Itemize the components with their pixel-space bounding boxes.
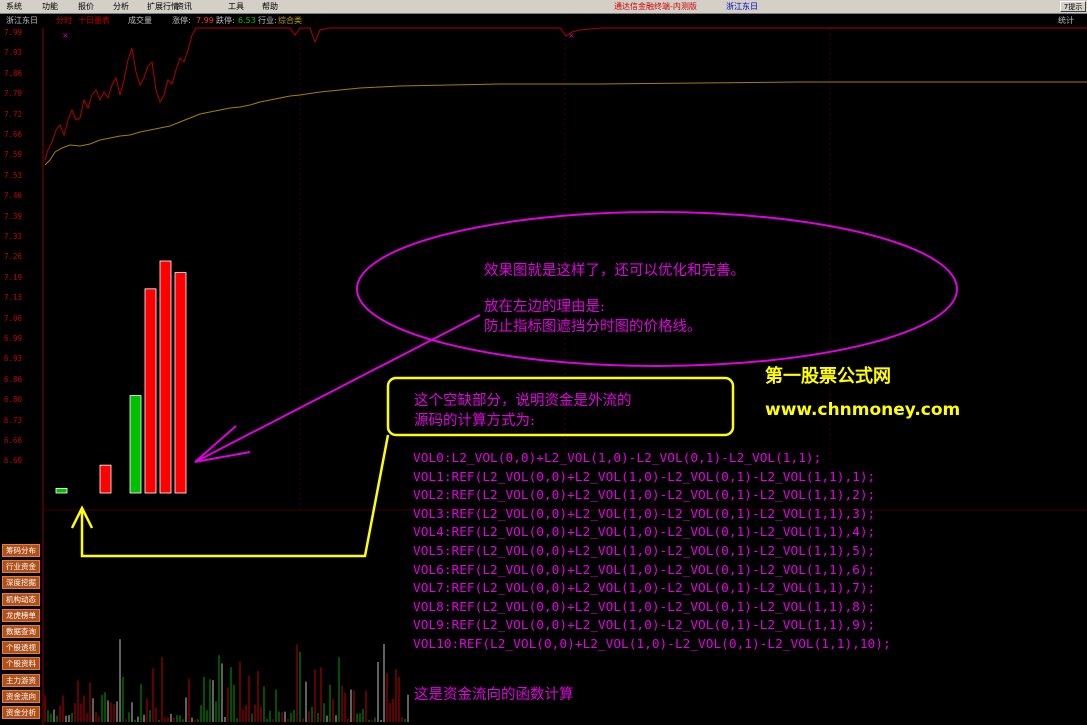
chart-canvas: × × xyxy=(42,27,1087,725)
price-line xyxy=(44,27,1087,161)
formula-code-line: VOL4:REF(L2_VOL(0,0)+L2_VOL(1,0)-L2_VOL(… xyxy=(413,525,876,541)
indicator-bar xyxy=(129,395,142,494)
formula-code-line: VOL5:REF(L2_VOL(0,0)+L2_VOL(1,0)-L2_VOL(… xyxy=(413,544,876,559)
formula-code-line: VOL2:REF(L2_VOL(0,0)+L2_VOL(1,0)-L2_VOL(… xyxy=(413,488,876,504)
marker-cross: × xyxy=(568,31,575,40)
callout-connector xyxy=(80,434,390,558)
average-price-line xyxy=(44,81,1087,166)
indicator-bar xyxy=(99,464,112,494)
formula-code-line: VOL9:REF(L2_VOL(0,0)+L2_VOL(1,0)-L2_VOL(… xyxy=(413,618,876,634)
footer-caption: 这是资金流向的函数计算 xyxy=(414,687,574,703)
side-button[interactable]: 机构动态 xyxy=(2,592,40,606)
side-button[interactable]: 个股资料 xyxy=(2,657,40,671)
callout-text-line-1: 这个空缺部分，说明资金是外流的 xyxy=(414,393,632,409)
brand-name: 第一股票公式网 xyxy=(765,366,891,387)
indicator-bars xyxy=(55,260,187,494)
side-button[interactable]: 龙虎榜单 xyxy=(2,608,40,622)
indicator-bar xyxy=(174,272,187,494)
formula-code-line: VOL6:REF(L2_VOL(0,0)+L2_VOL(1,0)-L2_VOL(… xyxy=(413,562,876,578)
marker-cross: × xyxy=(62,31,69,40)
ellipse-text-line-3: 防止指标图遮挡分时图的价格线。 xyxy=(484,319,702,335)
callout-text-line-2: 源码的计算方式为: xyxy=(414,413,535,429)
indicator-bar xyxy=(159,260,172,494)
indicator-bar xyxy=(144,288,157,494)
formula-code-line: VOL8:REF(L2_VOL(0,0)+L2_VOL(1,0)-L2_VOL(… xyxy=(413,599,876,615)
ellipse-text-line-2: 放在左边的理由是: xyxy=(484,299,605,315)
formula-code-line: VOL7:REF(L2_VOL(0,0)+L2_VOL(1,0)-L2_VOL(… xyxy=(413,581,876,597)
indicator-bar xyxy=(55,487,68,494)
brand-url[interactable]: www.chnmoney.com xyxy=(765,400,960,420)
formula-code-line: VOL10:REF(L2_VOL(0,0)+L2_VOL(1,0)-L2_VOL… xyxy=(413,637,891,652)
side-button[interactable]: 筹码分布 xyxy=(2,544,40,557)
formula-code-line: VOL1:REF(L2_VOL(0,0)+L2_VOL(1,0)-L2_VOL(… xyxy=(413,469,876,485)
side-button[interactable]: 深度挖掘 xyxy=(2,576,40,590)
side-button[interactable]: 数据查询 xyxy=(2,625,40,638)
formula-code-line: VOL3:REF(L2_VOL(0,0)+L2_VOL(1,0)-L2_VOL(… xyxy=(413,506,876,522)
side-button[interactable]: 资金流向 xyxy=(2,689,40,703)
ellipse-text-line-1: 效果图就是这样了，还可以优化和完善。 xyxy=(484,263,745,279)
formula-code-line: VOL0:L2_VOL(0,0)+L2_VOL(1,0)-L2_VOL(0,1)… xyxy=(413,451,822,466)
annotation-ellipse xyxy=(356,211,958,367)
side-button[interactable]: 资金分析 xyxy=(2,706,40,719)
side-button[interactable]: 主力游资 xyxy=(2,673,40,687)
side-button[interactable]: 行业资金 xyxy=(2,560,40,574)
side-button[interactable]: 个股透视 xyxy=(2,641,40,655)
volume-bars xyxy=(44,639,409,722)
